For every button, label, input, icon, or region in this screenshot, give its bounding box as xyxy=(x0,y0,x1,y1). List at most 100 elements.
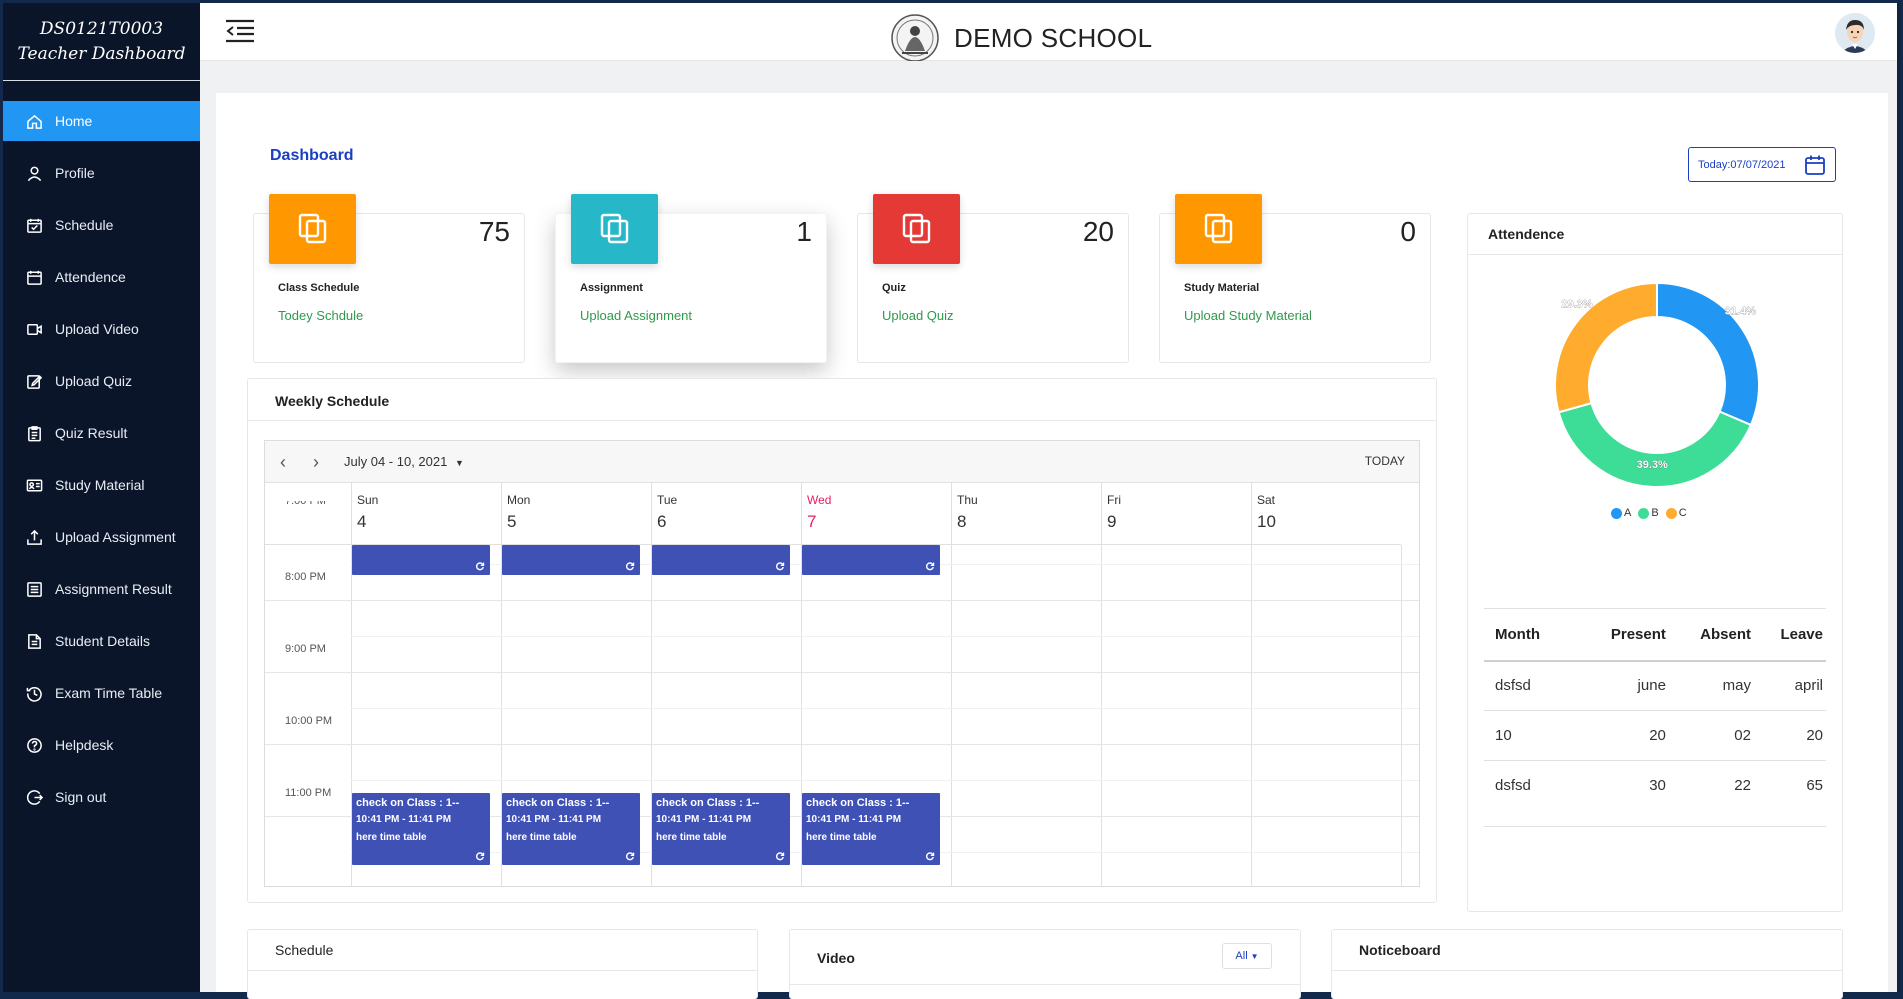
stat-card: 0 Study Material Upload Study Material xyxy=(1159,194,1431,363)
today-date-picker[interactable]: Today:07/07/2021 xyxy=(1688,147,1836,182)
video-icon xyxy=(25,320,43,338)
sidebar-item-home[interactable]: Home xyxy=(3,101,200,141)
sidebar-item-label: Study Material xyxy=(55,477,145,493)
day-number: 10 xyxy=(1257,512,1276,531)
sidebar-item-quiz-result[interactable]: Quiz Result xyxy=(3,413,200,453)
table-cell: 20 xyxy=(1753,710,1826,761)
weekly-calendar: ‹ › July 04 - 10, 2021 ▼ TODAY Sun 4 Mon 5 T… xyxy=(264,440,1420,887)
schedule-event[interactable]: check on Class : 1-- 10:41 PM - 11:41 PM h… xyxy=(802,793,940,865)
card-link[interactable]: Upload Quiz xyxy=(882,308,954,323)
sidebar-item-label: Profile xyxy=(55,165,95,181)
event-description: here time table xyxy=(656,832,727,843)
sidebar-item-assignment-result[interactable]: Assignment Result xyxy=(3,569,200,609)
menu-toggle-icon[interactable] xyxy=(225,19,255,43)
day-header[interactable]: Sat 10 xyxy=(1251,483,1401,545)
sidebar-item-student-details[interactable]: Student Details xyxy=(3,621,200,661)
table-row: 10 20 02 20 xyxy=(1484,710,1826,761)
legend-item[interactable]: B xyxy=(1638,507,1659,519)
card-label: Class Schedule xyxy=(278,282,360,294)
day-number: 4 xyxy=(357,512,367,531)
user-avatar[interactable] xyxy=(1835,13,1875,53)
event-description: here time table xyxy=(356,832,427,843)
pie-slice-a[interactable] xyxy=(1656,281,1760,427)
sidebar-item-upload-quiz[interactable]: Upload Quiz xyxy=(3,361,200,401)
table-cell: 30 xyxy=(1577,760,1669,827)
noticeboard-panel: Noticeboard xyxy=(1331,929,1843,999)
legend-label: C xyxy=(1678,507,1687,519)
day-name: Sat xyxy=(1257,493,1276,507)
table-cell: 10 xyxy=(1484,710,1578,761)
sidebar-item-profile[interactable]: Profile xyxy=(3,153,200,193)
document-icon xyxy=(25,632,43,650)
user-icon xyxy=(25,164,43,182)
day-name: Tue xyxy=(657,493,678,507)
chevron-down-icon: ▼ xyxy=(1250,951,1259,961)
table-cell: may xyxy=(1668,660,1754,711)
list-icon xyxy=(25,580,43,598)
table-cell: 20 xyxy=(1577,710,1669,761)
sidebar-item-upload-assignment[interactable]: Upload Assignment xyxy=(3,517,200,557)
today-button[interactable]: TODAY xyxy=(1365,454,1405,468)
sidebar-item-exam-time-table[interactable]: Exam Time Table xyxy=(3,673,200,713)
legend-item[interactable]: A xyxy=(1611,507,1631,519)
card-link[interactable]: Upload Study Material xyxy=(1184,308,1312,323)
stat-card: 75 Class Schedule Todey Schdule xyxy=(253,194,525,363)
sidebar-item-study-material[interactable]: Study Material xyxy=(3,465,200,505)
next-week-icon[interactable]: › xyxy=(313,453,319,471)
sidebar-item-sign-out[interactable]: Sign out xyxy=(3,777,200,817)
day-number: 8 xyxy=(957,512,967,531)
week-range-dropdown[interactable]: July 04 - 10, 2021 ▼ xyxy=(344,454,464,469)
refresh-icon xyxy=(775,562,785,571)
legend-label: A xyxy=(1624,507,1632,519)
sidebar-item-schedule[interactable]: Schedule xyxy=(3,205,200,245)
day-header[interactable]: Wed 7 xyxy=(801,483,951,545)
prev-week-icon[interactable]: ‹ xyxy=(280,453,286,471)
table-row: dsfsd 30 22 65 xyxy=(1484,760,1826,827)
day-header[interactable]: Thu 8 xyxy=(951,483,1101,545)
calendar-icon xyxy=(25,268,43,286)
schedule-event[interactable] xyxy=(352,545,490,575)
day-header[interactable]: Mon 5 xyxy=(501,483,651,545)
attendance-title: Attendence xyxy=(1488,226,1565,242)
schedule-event[interactable] xyxy=(652,545,790,575)
sidebar-item-helpdesk[interactable]: Helpdesk xyxy=(3,725,200,765)
event-title: check on Class : 1-- xyxy=(656,797,760,809)
page-title: Dashboard xyxy=(270,147,354,164)
refresh-icon xyxy=(925,562,935,571)
sidebar-item-upload-video[interactable]: Upload Video xyxy=(3,309,200,349)
schedule-event[interactable]: check on Class : 1-- 10:41 PM - 11:41 PM h… xyxy=(352,793,490,865)
table-cell: dsfsd xyxy=(1484,660,1578,711)
card-label: Quiz xyxy=(882,282,906,294)
sidebar-item-label: Upload Video xyxy=(55,321,139,337)
day-header[interactable]: Sun 4 xyxy=(351,483,501,545)
video-filter-select[interactable]: All ▼ xyxy=(1222,943,1272,969)
legend-item[interactable]: C xyxy=(1665,507,1687,519)
school-logo-icon xyxy=(891,14,939,62)
legend-swatch xyxy=(1665,507,1677,519)
sidebar-item-label: Schedule xyxy=(55,217,114,233)
day-name: Fri xyxy=(1107,493,1121,507)
schedule-event[interactable]: check on Class : 1-- 10:41 PM - 11:41 PM h… xyxy=(502,793,640,865)
sidebar-brand: DS0121T0003 Teacher Dashboard xyxy=(3,3,200,81)
card-link[interactable]: Upload Assignment xyxy=(580,308,692,323)
attendance-donut-chart: 31.4% 39.3% 29.3% xyxy=(1554,281,1760,488)
history-icon xyxy=(25,684,43,702)
table-cell: 65 xyxy=(1753,760,1826,827)
pie-slice-b[interactable] xyxy=(1557,401,1753,488)
schedule-event[interactable] xyxy=(802,545,940,575)
edit-icon xyxy=(25,372,43,390)
event-time: 10:41 PM - 11:41 PM xyxy=(806,814,902,825)
top-header: DEMO SCHOOL xyxy=(200,3,1897,63)
schedule-panel-title: Schedule xyxy=(275,942,334,958)
sidebar-nav: Home Profile Schedule Attendence Upload Vide… xyxy=(3,101,200,817)
card-link[interactable]: Todey Schdule xyxy=(278,308,363,323)
school-header: DEMO SCHOOL xyxy=(890,13,1152,63)
day-header[interactable]: Fri 9 xyxy=(1101,483,1251,545)
sidebar-item-attendence[interactable]: Attendence xyxy=(3,257,200,297)
day-header[interactable]: Tue 6 xyxy=(651,483,801,545)
schedule-event[interactable]: check on Class : 1-- 10:41 PM - 11:41 PM h… xyxy=(652,793,790,865)
today-date-label: Today:07/07/2021 xyxy=(1698,158,1786,171)
slice-label: 31.4% xyxy=(1725,305,1756,317)
calendar-check-icon xyxy=(25,216,43,234)
schedule-event[interactable] xyxy=(502,545,640,575)
